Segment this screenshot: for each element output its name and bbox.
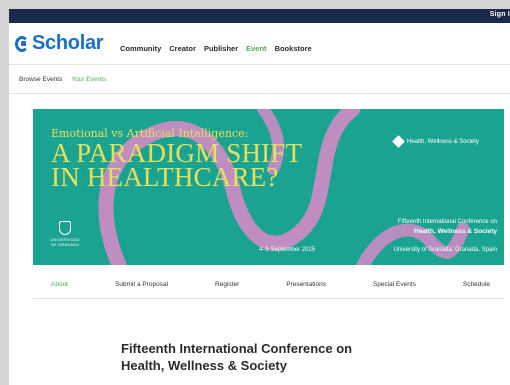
hws-badge: Health, Wellness & Society bbox=[392, 135, 479, 148]
scholar-logo[interactable]: Scholar bbox=[15, 32, 104, 55]
tab-register[interactable]: Register bbox=[215, 281, 239, 288]
hws-logo-icon bbox=[392, 135, 405, 148]
event-banner: Emotional vs Artificial Intelligence: A … bbox=[33, 109, 504, 265]
main-nav: Community Creator Publisher Event Bookst… bbox=[120, 44, 312, 53]
browser-page: Sign I Scholar Community Creator Publish… bbox=[9, 9, 510, 385]
university-name: UNIVERSIDAD DE GRANADA bbox=[50, 238, 80, 247]
tab-about[interactable]: About bbox=[51, 281, 68, 288]
scholar-logo-icon bbox=[15, 35, 30, 53]
site-header: Scholar Community Creator Publisher Even… bbox=[9, 23, 510, 65]
sign-in-link[interactable]: Sign I bbox=[490, 11, 510, 18]
brand-name: Scholar bbox=[32, 32, 104, 54]
nav-event[interactable]: Event bbox=[246, 44, 266, 53]
banner-location: University of Granada, Granada, Spain bbox=[393, 247, 497, 253]
tab-special-events[interactable]: Special Events bbox=[373, 281, 416, 288]
tab-submit-proposal[interactable]: Submit a Proposal bbox=[115, 281, 168, 288]
subnav-your-events[interactable]: Your Events bbox=[71, 76, 106, 83]
nav-publisher[interactable]: Publisher bbox=[204, 44, 238, 53]
sub-nav: Browse Events Your Events bbox=[9, 66, 510, 94]
top-bar: Sign I bbox=[9, 9, 510, 23]
page-title-line1: Fifteenth International Conference on bbox=[121, 341, 353, 356]
university-crest-icon bbox=[59, 221, 71, 235]
tab-schedule[interactable]: Schedule bbox=[463, 281, 490, 288]
page-title-line2: Health, Wellness & Society bbox=[121, 358, 287, 373]
nav-community[interactable]: Community bbox=[120, 44, 161, 53]
university-logo: UNIVERSIDAD DE GRANADA bbox=[47, 221, 83, 248]
banner-title-line2: IN HEALTHCARE? bbox=[51, 162, 279, 192]
nav-creator[interactable]: Creator bbox=[169, 44, 196, 53]
subnav-browse-events[interactable]: Browse Events bbox=[19, 76, 62, 83]
page-title: Fifteenth International Conference on He… bbox=[121, 340, 352, 374]
tab-presentations[interactable]: Presentations bbox=[286, 281, 326, 288]
banner-date: 4–5 September 2025 bbox=[259, 247, 316, 253]
event-tabs: About Submit a Proposal Register Present… bbox=[33, 271, 504, 299]
hws-badge-label: Health, Wellness & Society bbox=[407, 138, 479, 145]
banner-conf-line2: Health, Wellness & Society bbox=[414, 228, 497, 235]
banner-conf-line1: Fifteenth International Conference on bbox=[397, 219, 497, 225]
nav-bookstore[interactable]: Bookstore bbox=[275, 44, 312, 53]
